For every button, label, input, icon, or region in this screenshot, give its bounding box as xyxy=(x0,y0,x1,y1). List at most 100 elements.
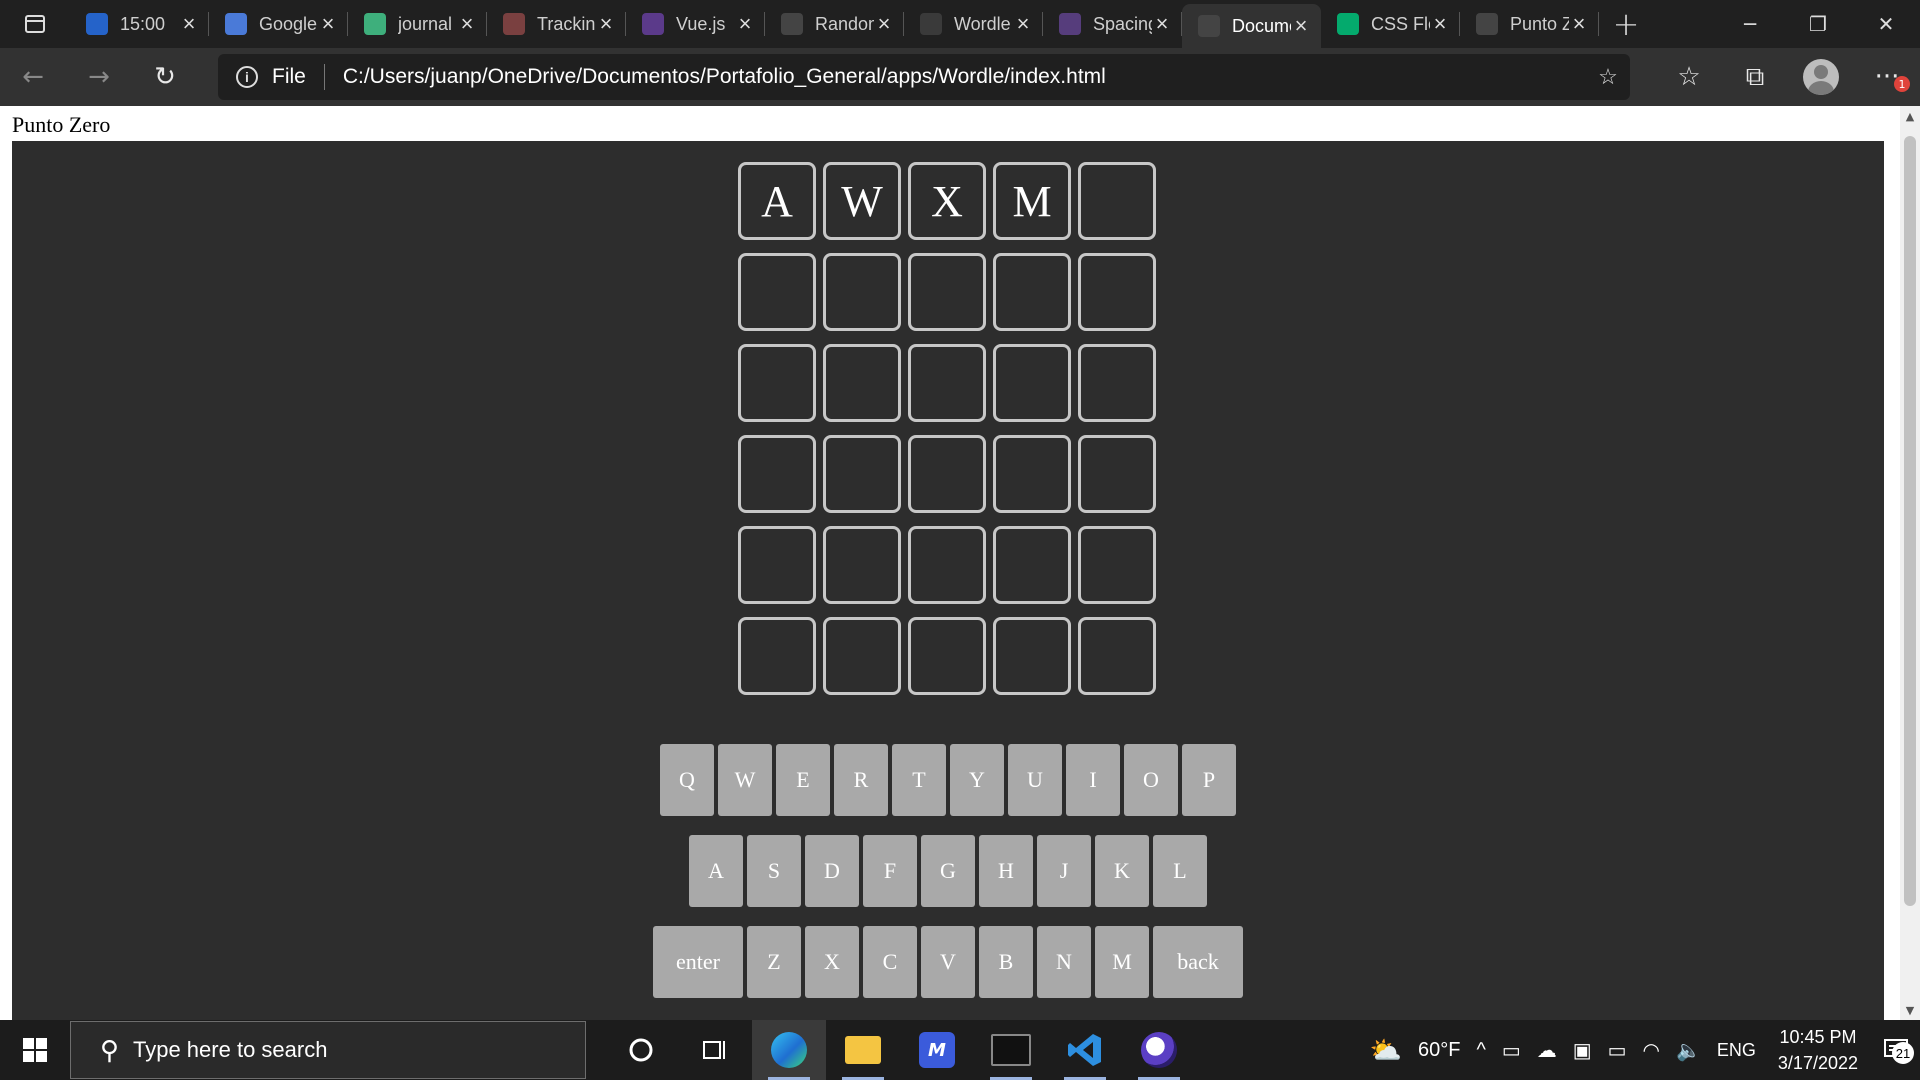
key-o[interactable]: O xyxy=(1124,744,1178,816)
meet-now-icon[interactable]: ▭ xyxy=(1494,1038,1529,1063)
key-l[interactable]: L xyxy=(1153,835,1207,907)
tab-9[interactable]: CSS Flexbox× xyxy=(1321,0,1460,48)
display-icon[interactable]: ▣ xyxy=(1565,1038,1600,1063)
close-window-button[interactable]: ✕ xyxy=(1852,0,1920,48)
key-e[interactable]: E xyxy=(776,744,830,816)
tab-close-icon[interactable]: × xyxy=(735,11,755,37)
tab-4[interactable]: Vue.js × xyxy=(626,0,765,48)
battery-icon[interactable]: ▭ xyxy=(1600,1038,1635,1063)
tab-close-icon[interactable]: × xyxy=(1013,11,1033,37)
tabs: 15:00×Google Translate×journal×Tracking×… xyxy=(70,0,1599,48)
volume-icon[interactable]: 🔈 xyxy=(1668,1038,1709,1063)
tab-6[interactable]: Wordle × xyxy=(904,0,1043,48)
board-cell xyxy=(908,617,986,695)
forward-button[interactable]: → xyxy=(66,48,132,106)
start-button[interactable] xyxy=(0,1020,70,1080)
action-center-button[interactable]: 21 xyxy=(1872,1038,1920,1064)
scroll-down-button[interactable]: ▼ xyxy=(1900,1000,1920,1020)
address-bar[interactable]: i File C:/Users/juanp/OneDrive/Documento… xyxy=(218,54,1630,100)
tab-1[interactable]: Google Translate× xyxy=(209,0,348,48)
key-x[interactable]: X xyxy=(805,926,859,998)
key-c[interactable]: C xyxy=(863,926,917,998)
tab-3[interactable]: Tracking× xyxy=(487,0,626,48)
info-icon[interactable]: i xyxy=(236,66,258,88)
key-u[interactable]: U xyxy=(1008,744,1062,816)
task-view-button[interactable] xyxy=(678,1020,752,1080)
add-favorite-button[interactable]: ☆ xyxy=(1586,64,1630,90)
new-tab-button[interactable]: + xyxy=(1599,0,1653,48)
language-indicator[interactable]: ENG xyxy=(1709,1040,1764,1061)
key-v[interactable]: V xyxy=(921,926,975,998)
taskbar-app-ma[interactable]: M xyxy=(900,1020,974,1080)
wifi-icon[interactable]: ◠ xyxy=(1635,1038,1668,1063)
key-d[interactable]: D xyxy=(805,835,859,907)
key-z[interactable]: Z xyxy=(747,926,801,998)
key-j[interactable]: J xyxy=(1037,835,1091,907)
key-k[interactable]: K xyxy=(1095,835,1149,907)
board-cell xyxy=(738,253,816,331)
key-t[interactable]: T xyxy=(892,744,946,816)
minimize-button[interactable]: ─ xyxy=(1716,0,1784,48)
key-r[interactable]: R xyxy=(834,744,888,816)
page-scrollbar[interactable]: ▲ ▼ xyxy=(1900,106,1920,1020)
taskbar-apps: M xyxy=(604,1020,1196,1080)
tab-close-icon[interactable]: × xyxy=(1430,11,1450,37)
restore-button[interactable]: ❐ xyxy=(1784,0,1852,48)
key-f[interactable]: F xyxy=(863,835,917,907)
key-b[interactable]: B xyxy=(979,926,1033,998)
tab-close-icon[interactable]: × xyxy=(1569,11,1589,37)
board-cell xyxy=(1078,435,1156,513)
key-h[interactable]: H xyxy=(979,835,1033,907)
address-url[interactable]: C:/Users/juanp/OneDrive/Documentos/Porta… xyxy=(343,65,1586,89)
taskbar-file-explorer[interactable] xyxy=(826,1020,900,1080)
key-n[interactable]: N xyxy=(1037,926,1091,998)
taskbar-edge[interactable] xyxy=(752,1020,826,1080)
profile-button[interactable] xyxy=(1788,48,1854,106)
key-q[interactable]: Q xyxy=(660,744,714,816)
cortana-button[interactable] xyxy=(604,1020,678,1080)
key-g[interactable]: G xyxy=(921,835,975,907)
tab-close-icon[interactable]: × xyxy=(318,11,338,37)
scrollbar-thumb[interactable] xyxy=(1904,136,1916,906)
collections-button[interactable]: ⧉ xyxy=(1722,48,1788,106)
w3-icon xyxy=(1337,13,1359,35)
taskbar-search-box[interactable]: ⚲ Type here to search xyxy=(70,1021,586,1079)
key-s[interactable]: S xyxy=(747,835,801,907)
key-a[interactable]: A xyxy=(689,835,743,907)
tab-close-icon[interactable]: × xyxy=(1291,13,1311,39)
back-button[interactable]: ← xyxy=(0,48,66,106)
taskbar-terminal[interactable] xyxy=(974,1020,1048,1080)
tab-0[interactable]: 15:00 × xyxy=(70,0,209,48)
tab-2[interactable]: journal × xyxy=(348,0,487,48)
key-m[interactable]: M xyxy=(1095,926,1149,998)
weather-temperature[interactable]: 60°F xyxy=(1410,1039,1468,1062)
taskbar-vscode[interactable] xyxy=(1048,1020,1122,1080)
favorites-button[interactable]: ☆ xyxy=(1656,48,1722,106)
tab-close-icon[interactable]: × xyxy=(1152,11,1172,37)
weather-icon[interactable]: ⛅ xyxy=(1362,1035,1410,1066)
tab-8[interactable]: Document× xyxy=(1182,4,1321,48)
tab-actions-button[interactable] xyxy=(0,0,70,48)
key-enter[interactable]: enter xyxy=(653,926,743,998)
tab-10[interactable]: Punto Zero× xyxy=(1460,0,1599,48)
tab-5[interactable]: Random× xyxy=(765,0,904,48)
settings-menu-button[interactable]: ··· 1 xyxy=(1854,48,1920,106)
key-y[interactable]: Y xyxy=(950,744,1004,816)
tab-close-icon[interactable]: × xyxy=(596,11,616,37)
tab-7[interactable]: Spacing × xyxy=(1043,0,1182,48)
clock[interactable]: 10:45 PM 3/17/2022 xyxy=(1764,1024,1872,1076)
scroll-up-button[interactable]: ▲ xyxy=(1900,106,1920,126)
refresh-button[interactable]: ↻ xyxy=(132,48,198,106)
tab-title: journal xyxy=(398,13,453,34)
chevron-up-icon[interactable]: ^ xyxy=(1468,1039,1493,1062)
key-back[interactable]: back xyxy=(1153,926,1243,998)
board-cell: X xyxy=(908,162,986,240)
key-i[interactable]: I xyxy=(1066,744,1120,816)
key-w[interactable]: W xyxy=(718,744,772,816)
key-p[interactable]: P xyxy=(1182,744,1236,816)
onedrive-icon[interactable]: ☁ xyxy=(1529,1038,1565,1063)
taskbar-firefox[interactable] xyxy=(1122,1020,1196,1080)
tab-close-icon[interactable]: × xyxy=(457,11,477,37)
tab-close-icon[interactable]: × xyxy=(874,11,894,37)
tab-close-icon[interactable]: × xyxy=(179,11,199,37)
